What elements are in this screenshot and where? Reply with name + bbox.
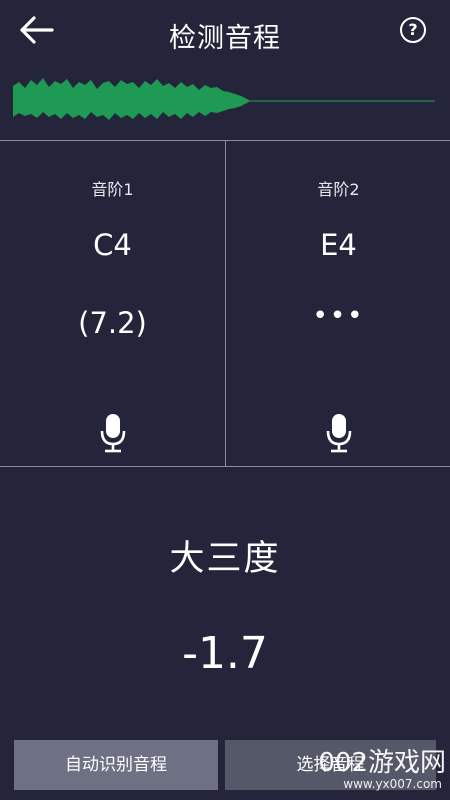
watermark-url: www.yx007.com <box>343 777 442 791</box>
scale2-panel: 音阶2 E4 ••• <box>226 141 450 467</box>
scale1-panel: 音阶1 C4 (7.2) <box>0 141 225 467</box>
scale2-label: 音阶2 <box>317 180 360 199</box>
auto-detect-button[interactable]: 自动识别音程 <box>14 740 218 790</box>
scale1-note: C4 <box>93 228 132 262</box>
interval-result: 大三度 <box>169 539 281 579</box>
scale1-cents: (7.2) <box>78 306 147 340</box>
scale1-label: 音阶1 <box>91 180 134 199</box>
scale2-pending-indicator: ••• <box>312 301 365 331</box>
microphone-icon[interactable] <box>100 413 126 453</box>
microphone-icon[interactable] <box>326 413 352 453</box>
page-title: 检测音程 <box>169 23 281 54</box>
app-header: 检测音程 ? <box>0 0 450 64</box>
waveform-display <box>13 78 435 120</box>
scale2-note: E4 <box>320 228 357 262</box>
deviation-value: -1.7 <box>182 628 268 679</box>
watermark-text: 002游戏网 <box>318 748 446 778</box>
help-circle-icon[interactable]: ? <box>400 17 426 43</box>
